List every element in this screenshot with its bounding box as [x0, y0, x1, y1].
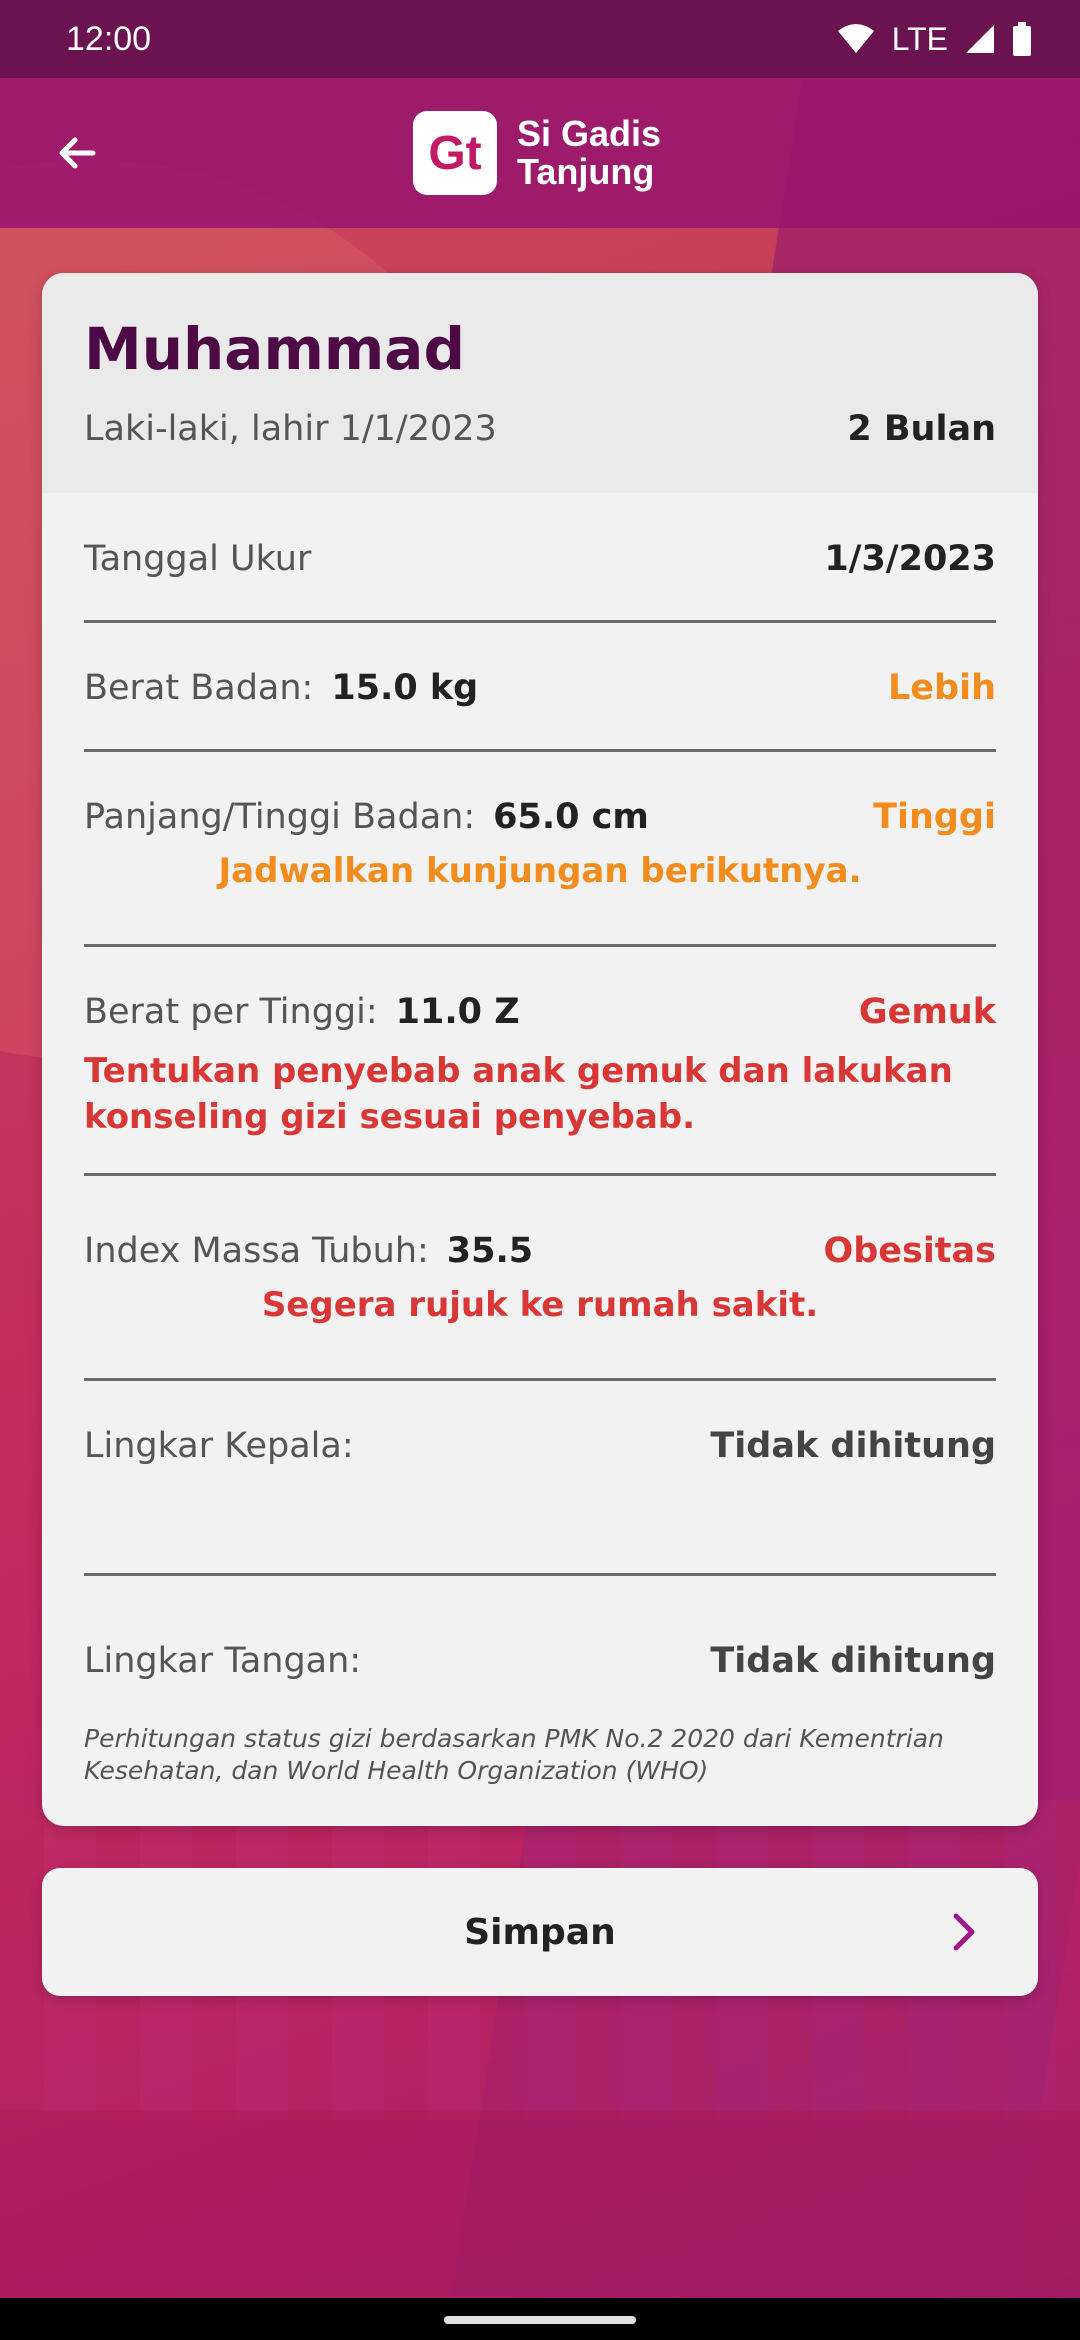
child-name: Muhammad	[84, 315, 465, 383]
back-button[interactable]	[42, 118, 112, 188]
background-building-base	[0, 2110, 1080, 2300]
bpt-label: Berat per Tinggi:	[84, 992, 378, 1032]
arrow-back-icon	[59, 137, 96, 169]
battery-icon	[1013, 22, 1031, 56]
row-berat-per-tinggi: Berat per Tinggi: 11.0 Z Gemuk Tentukan p…	[84, 982, 996, 1176]
kepala-label: Lingkar Kepala:	[84, 1426, 354, 1466]
imt-status: Obesitas	[823, 1231, 996, 1271]
tangan-status: Tidak dihitung	[710, 1641, 996, 1681]
app-screen: 12:00 LTE Gt Si Gadis Tanjung Muhammad L…	[0, 0, 1080, 2340]
berat-label: Berat Badan:	[84, 668, 314, 708]
age-value: 2 Bulan	[847, 409, 996, 449]
footnote: Perhitungan status gizi berdasarkan PMK …	[84, 1724, 944, 1785]
tinggi-label: Panjang/Tinggi Badan:	[84, 797, 476, 837]
bpt-note: Tentukan penyebab anak gemuk dan lakukan…	[84, 1051, 953, 1137]
logo-line-1: Si Gadis	[517, 113, 662, 154]
profile-header: Muhammad Laki-laki, lahir 1/1/2023 2 Bul…	[42, 273, 1038, 493]
row-tanggal-ukur: Tanggal Ukur 1/3/2023	[84, 529, 996, 623]
chevron-right-icon	[953, 1913, 975, 1951]
result-card: Muhammad Laki-laki, lahir 1/1/2023 2 Bul…	[42, 273, 1038, 1826]
home-gesture-handle[interactable]	[444, 2316, 636, 2324]
row-lingkar-kepala: Lingkar Kepala: Tidak dihitung	[84, 1416, 996, 1576]
berat-status: Lebih	[887, 668, 996, 708]
logo-mark: Gt	[413, 111, 497, 195]
imt-label: Index Massa Tubuh:	[84, 1231, 429, 1271]
profile-subrow: Laki-laki, lahir 1/1/2023 2 Bulan	[84, 409, 996, 449]
status-time: 12:00	[66, 19, 152, 58]
imt-note: Segera rujuk ke rumah sakit.	[261, 1285, 819, 1325]
navigation-bar	[0, 2298, 1080, 2340]
status-bar: 12:00 LTE	[0, 0, 1080, 78]
imt-value: 35.5	[446, 1231, 534, 1271]
network-label: LTE	[891, 20, 948, 57]
logo-line-2: Tanjung	[517, 151, 655, 192]
tanggal-label: Tanggal Ukur	[84, 539, 312, 579]
kepala-status: Tidak dihitung	[710, 1426, 996, 1466]
row-tinggi-badan: Panjang/Tinggi Badan: 65.0 cm Tinggi Jadw…	[84, 787, 996, 947]
tinggi-status: Tinggi	[873, 797, 996, 837]
save-label: Simpan	[464, 1911, 616, 1953]
bpt-status: Gemuk	[858, 992, 996, 1032]
gender-birthdate: Laki-laki, lahir 1/1/2023	[84, 409, 497, 449]
berat-value: 15.0 kg	[331, 668, 479, 708]
logo-text: Si Gadis Tanjung	[517, 115, 661, 191]
row-lingkar-tangan: Lingkar Tangan: Tidak dihitung	[84, 1631, 996, 1711]
status-icons: LTE	[836, 21, 1032, 58]
tinggi-value: 65.0 cm	[493, 797, 649, 837]
save-button[interactable]: Simpan	[42, 1868, 1038, 1996]
tangan-label: Lingkar Tangan:	[84, 1641, 362, 1681]
wifi-icon	[837, 24, 874, 53]
tinggi-note: Jadwalkan kunjungan berikutnya.	[218, 851, 862, 891]
app-logo: Gt Si Gadis Tanjung	[413, 110, 661, 196]
tanggal-value: 1/3/2023	[824, 539, 996, 579]
row-berat-badan: Berat Badan: 15.0 kg Lebih	[84, 658, 996, 752]
bpt-value: 11.0 Z	[395, 992, 520, 1032]
signal-icon	[966, 25, 994, 53]
app-bar: Gt Si Gadis Tanjung	[0, 78, 1080, 228]
row-index-massa-tubuh: Index Massa Tubuh: 35.5 Obesitas Segera r…	[84, 1221, 996, 1381]
